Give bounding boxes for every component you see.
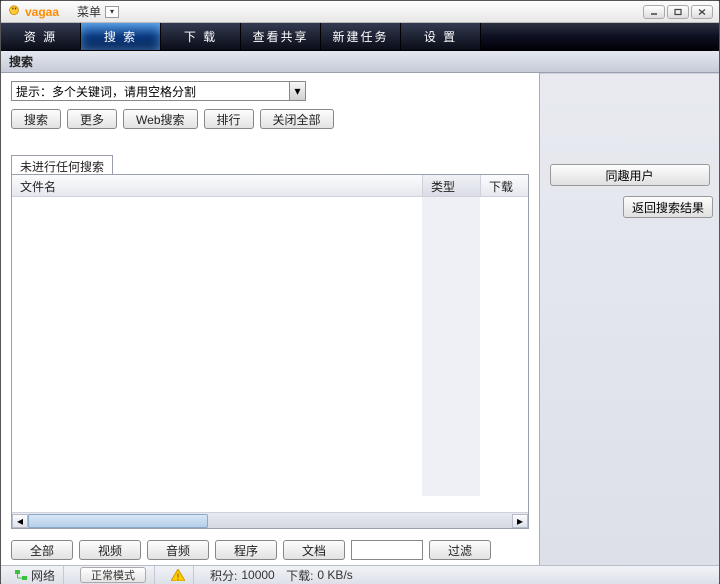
panel-title: 搜索 — [1, 51, 719, 73]
dropdown-arrow-icon[interactable]: ▾ — [289, 82, 305, 100]
nav-resource[interactable]: 资 源 — [1, 23, 81, 50]
dropdown-text: 提示：多个关键词，请用空格分割 — [16, 83, 289, 100]
filter-program-button[interactable]: 程序 — [215, 540, 277, 560]
statusbar: 网络 正常模式 ! 积分: 10000 下载: 0 KB/s — [1, 565, 719, 584]
nav-new-task[interactable]: 新建任务 — [321, 23, 401, 50]
nav-view-share[interactable]: 查看共享 — [241, 23, 321, 50]
right-panel: 同趣用户 返回搜索结果 — [540, 73, 719, 565]
maximize-button[interactable] — [667, 5, 689, 19]
close-all-button[interactable]: 关闭全部 — [260, 109, 334, 129]
titlebar: vagaa 菜单 ▾ — [1, 1, 719, 23]
points-value: 10000 — [241, 568, 274, 582]
results-grid: 文件名 类型 下载 ◂ ▸ — [11, 174, 529, 529]
share-status-icon: ! — [171, 569, 185, 581]
network-status-icon — [15, 570, 27, 580]
download-value: 0 KB/s — [317, 568, 352, 582]
filter-audio-button[interactable]: 音频 — [147, 540, 209, 560]
app-name: vagaa — [25, 5, 59, 19]
results-tab-empty[interactable]: 未进行任何搜索 — [11, 155, 113, 175]
results-tabs: 未进行任何搜索 — [11, 155, 529, 174]
more-button[interactable]: 更多 — [67, 109, 117, 129]
filter-row: 全部 视频 音频 程序 文档 过滤 — [1, 535, 539, 565]
search-keyword-dropdown[interactable]: 提示：多个关键词，请用空格分割 ▾ — [11, 81, 306, 101]
scroll-left-icon[interactable]: ◂ — [12, 514, 28, 528]
filter-all-button[interactable]: 全部 — [11, 540, 73, 560]
app-logo-icon — [7, 5, 21, 19]
filter-video-button[interactable]: 视频 — [79, 540, 141, 560]
grid-header: 文件名 类型 下载 — [12, 175, 528, 197]
scroll-thumb[interactable] — [28, 514, 208, 528]
close-button[interactable] — [691, 5, 713, 19]
filter-document-button[interactable]: 文档 — [283, 540, 345, 560]
same-interest-users-button[interactable]: 同趣用户 — [550, 164, 710, 186]
grid-body — [12, 197, 528, 512]
download-label: 下载: — [286, 567, 313, 584]
search-button[interactable]: 搜索 — [11, 109, 61, 129]
web-search-button[interactable]: Web搜索 — [123, 109, 197, 129]
panel-title-text: 搜索 — [9, 53, 33, 70]
nav-search[interactable]: 搜 索 — [81, 23, 161, 50]
back-to-results-button[interactable]: 返回搜索结果 — [623, 196, 713, 218]
svg-text:!: ! — [177, 572, 180, 581]
horizontal-scrollbar[interactable]: ◂ ▸ — [12, 512, 528, 528]
col-filename[interactable]: 文件名 — [12, 175, 422, 196]
window-buttons — [643, 5, 713, 19]
main-nav: 资 源 搜 索 下 载 查看共享 新建任务 设 置 — [1, 23, 719, 51]
nav-download[interactable]: 下 载 — [161, 23, 241, 50]
mode-button[interactable]: 正常模式 — [80, 567, 146, 583]
scroll-right-icon[interactable]: ▸ — [512, 514, 528, 528]
minimize-button[interactable] — [643, 5, 665, 19]
filter-apply-button[interactable]: 过滤 — [429, 540, 491, 560]
menu-label: 菜单 — [77, 3, 101, 20]
filter-text-input[interactable] — [351, 540, 423, 560]
col-download[interactable]: 下载 — [480, 175, 528, 196]
menu-button[interactable]: 菜单 ▾ — [71, 2, 125, 21]
points-label: 积分: — [210, 567, 237, 584]
col-type[interactable]: 类型 — [422, 175, 480, 196]
menu-dropdown-icon[interactable]: ▾ — [105, 6, 119, 18]
network-label: 网络 — [31, 567, 55, 584]
nav-settings[interactable]: 设 置 — [401, 23, 481, 50]
rank-button[interactable]: 排行 — [204, 109, 254, 129]
